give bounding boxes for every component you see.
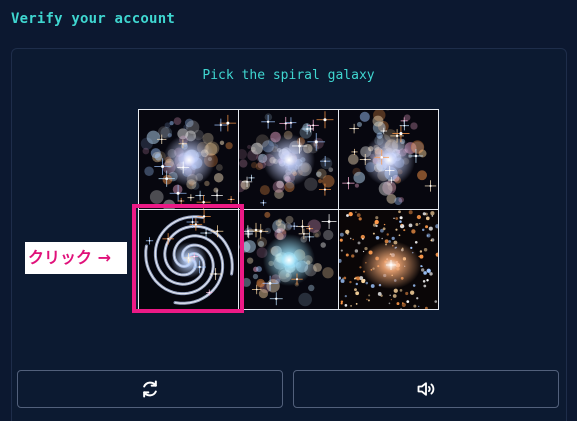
captcha-tile-5[interactable]	[239, 210, 338, 309]
captcha-tile-6[interactable]	[339, 210, 438, 309]
captcha-tile-1[interactable]	[139, 110, 238, 209]
click-annotation-label: クリック →	[25, 242, 127, 274]
refresh-button[interactable]	[17, 370, 283, 408]
audio-challenge-button[interactable]	[293, 370, 559, 408]
captcha-tile-4-spiral[interactable]	[139, 210, 238, 309]
captcha-tile-2[interactable]	[239, 110, 338, 209]
captcha-instruction: Pick the spiral galaxy	[202, 68, 375, 83]
captcha-image-grid	[138, 109, 439, 310]
refresh-icon	[143, 380, 157, 398]
captcha-tile-3[interactable]	[339, 110, 438, 209]
speaker-icon	[417, 382, 435, 396]
page-title: Verify your account	[11, 11, 175, 27]
